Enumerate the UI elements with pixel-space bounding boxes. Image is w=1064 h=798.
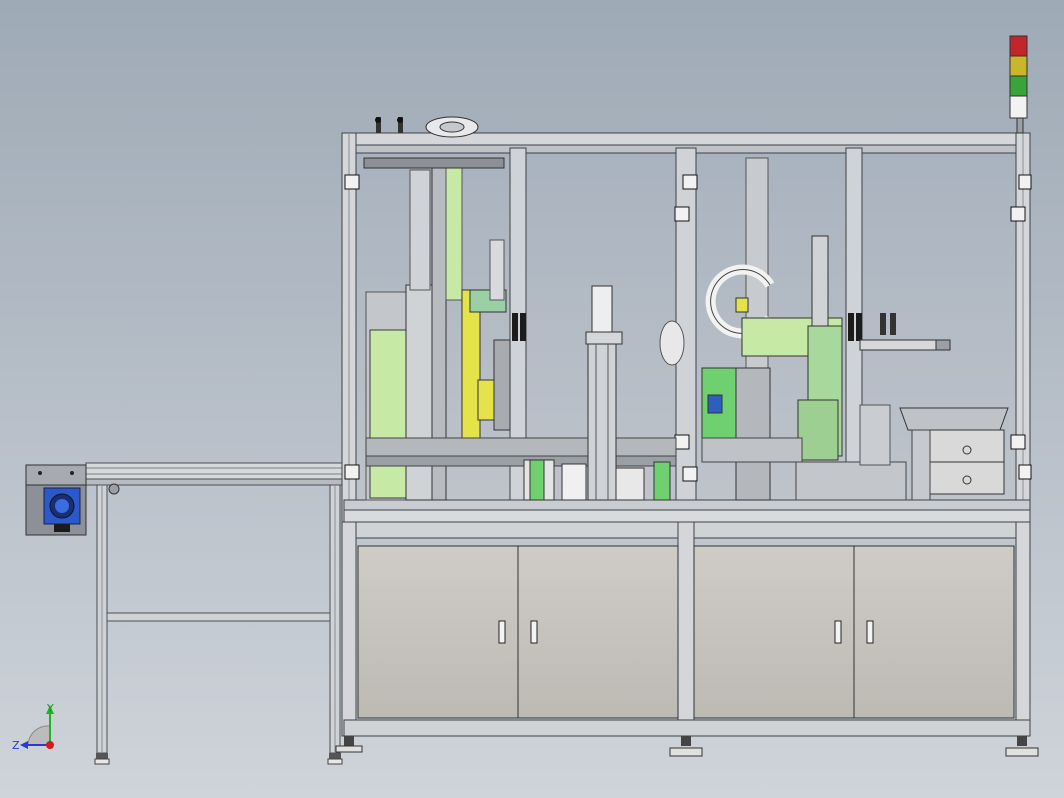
outfeed-conveyor[interactable] [85, 462, 343, 765]
base-cabinet[interactable] [335, 521, 1039, 757]
signal-light-red [1009, 35, 1028, 57]
leveling-feet [335, 736, 1039, 757]
triad-z-label: Z [12, 739, 20, 752]
cad-viewport[interactable]: Y Z [0, 0, 1064, 798]
signal-tower [1009, 35, 1028, 134]
assembly-drawing[interactable]: Y Z [0, 0, 1064, 798]
signal-light-green [1009, 75, 1028, 97]
triad-y-label: Y [46, 702, 54, 715]
cabinet-door-2[interactable] [517, 545, 679, 719]
conveyor-motor-box[interactable] [25, 464, 87, 536]
signal-light-yellow [1009, 55, 1028, 77]
signal-light-white [1009, 95, 1028, 119]
cabinet-door-1[interactable] [357, 545, 519, 719]
cabinet-door-4[interactable] [853, 545, 1015, 719]
cabinet-door-3[interactable] [693, 545, 855, 719]
